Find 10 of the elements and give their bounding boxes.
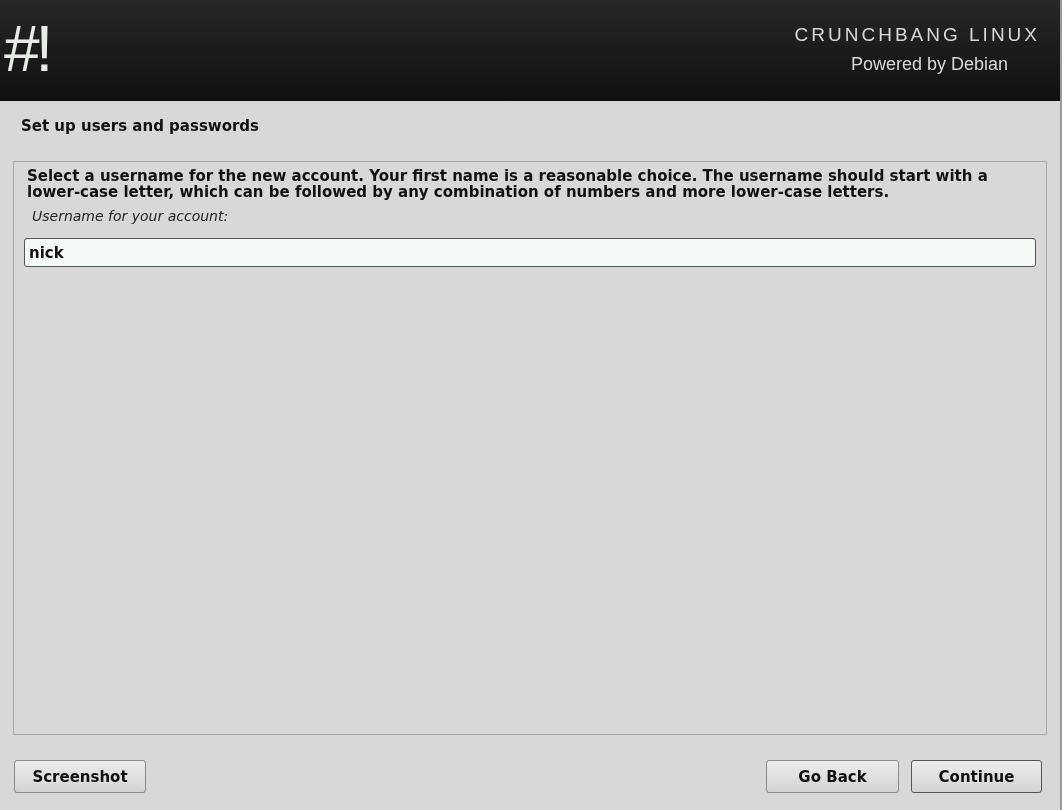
field-label: Username for your account: <box>32 208 230 224</box>
username-field[interactable]: nick <box>24 238 1036 267</box>
brand-title: CRUNCHBANG LINUX <box>794 24 1040 46</box>
screenshot-button[interactable]: Screenshot <box>14 760 146 793</box>
back-button[interactable]: Go Back <box>766 760 899 793</box>
description-text: Select a username for the new account. Your first name is a reasonable choice. The username should start with a lower-case letter, which can be followed by any combination of numbers and more lower-case letters. <box>26 168 989 200</box>
continue-button[interactable]: Continue <box>911 760 1042 793</box>
step-title: Set up users and passwords <box>20 116 261 137</box>
brand-subtitle: Powered by Debian <box>850 54 1008 75</box>
logo: #! <box>4 17 50 81</box>
